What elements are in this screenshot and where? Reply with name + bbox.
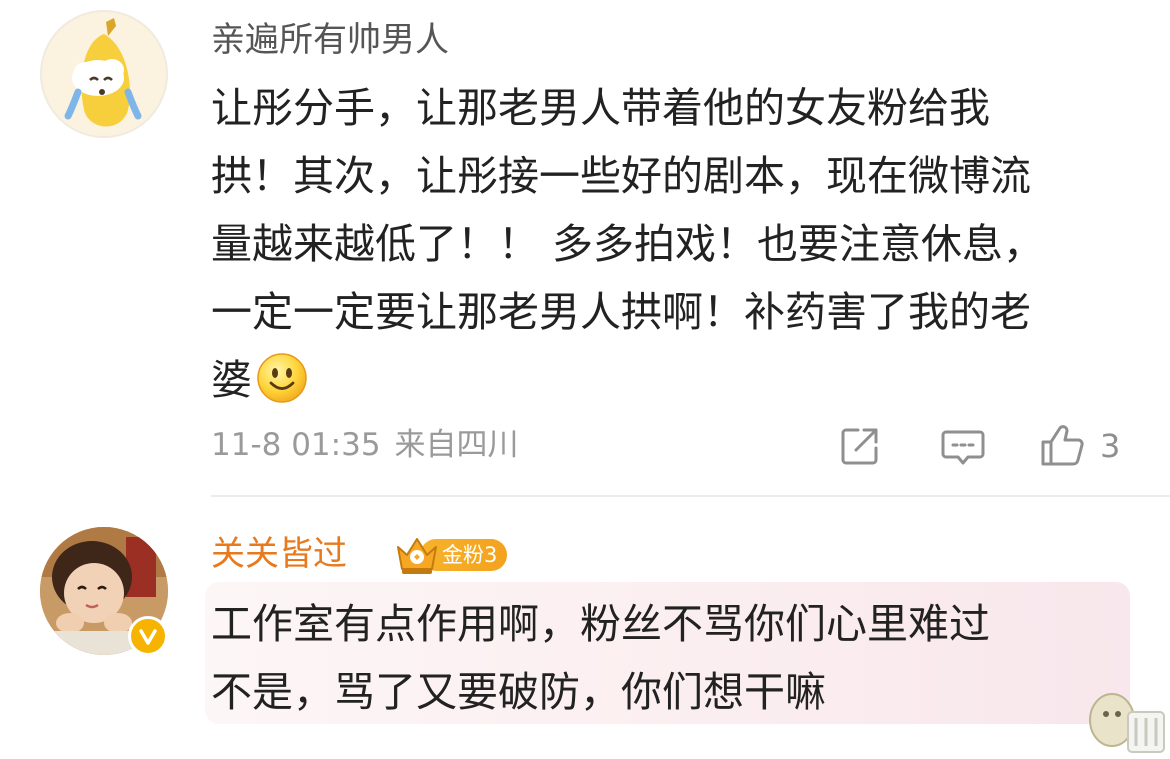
comment-text-line: 让彤分手，让那老男人带着他的女友粉给我 [211, 84, 990, 132]
comment-text: 工作室有点作用啊，粉丝不骂你们心里难过 不是，骂了又要破防，你们想干嘛 [211, 590, 1111, 726]
crown-icon [397, 538, 437, 574]
comment-date: 11-8 01:35 [211, 427, 381, 463]
comment-text-line: 量越来越低了！！ 多多拍戏！也要注意休息， [211, 220, 1045, 268]
verified-check-icon [139, 629, 157, 645]
comment-item: 关关皆过 金粉3 工作室有点作用啊，粉丝不骂你们心里难过 不是，骂了又要破防，你… [0, 500, 1170, 755]
verified-badge [128, 616, 168, 656]
like-button[interactable]: 3 [1038, 420, 1120, 472]
banana-avatar-illustration [64, 18, 142, 127]
comment-item: 亲遍所有帅男人 让彤分手，让那老男人带着他的女友粉给我 拱！其次，让彤接一些好的… [0, 0, 1170, 500]
comment-text-line-last: 婆 [211, 346, 1141, 414]
comment-text-line: 不是，骂了又要破防，你们想干嘛 [211, 668, 826, 716]
comment-text-line: 一定一定要让那老男人拱啊！补药害了我的老 [211, 288, 1031, 336]
comment-location: 来自四川 [394, 427, 519, 463]
comment-text-line: 工作室有点作用啊，粉丝不骂你们心里难过 [211, 600, 990, 648]
weibo-watermark-logo [1078, 678, 1170, 755]
smile-emoji-icon [257, 353, 307, 403]
share-button[interactable] [838, 420, 882, 472]
mascot-watermark-icon [1089, 693, 1165, 753]
comment-text-line: 拱！其次，让彤接一些好的剧本，现在微博流 [211, 152, 1031, 200]
comment-text-fragment: 婆 [211, 356, 252, 404]
comment-divider [211, 495, 1170, 497]
comment-text: 让彤分手，让那老男人带着他的女友粉给我 拱！其次，让彤接一些好的剧本，现在微博流… [211, 74, 1141, 414]
fan-level-badge[interactable]: 金粉3 [394, 537, 508, 574]
comment-meta: 11-8 01:35 来自四川 [211, 423, 519, 467]
reply-icon [941, 430, 985, 465]
avatar[interactable] [40, 10, 168, 138]
username[interactable]: 关关皆过 [211, 532, 347, 576]
like-count: 3 [1100, 427, 1121, 465]
share-icon [841, 428, 878, 465]
reply-button[interactable] [940, 420, 986, 472]
username[interactable]: 亲遍所有帅男人 [211, 18, 449, 62]
thumbs-up-icon [1041, 425, 1084, 466]
